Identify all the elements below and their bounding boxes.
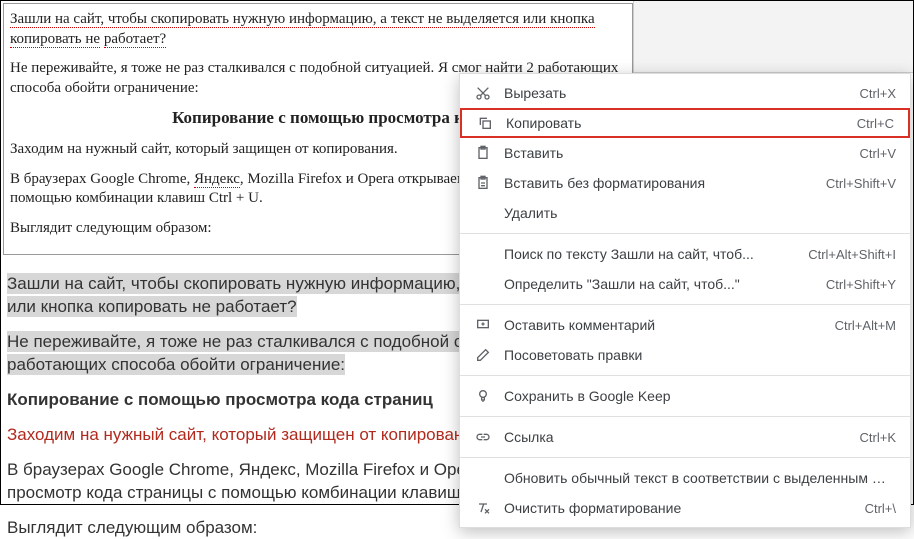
menu-item-cut[interactable]: Вырезать Ctrl+X: [460, 78, 910, 108]
menu-label: Сохранить в Google Keep: [494, 388, 896, 404]
menu-item-update-normal[interactable]: Обновить обычный текст в соответствии с …: [460, 463, 910, 493]
menu-separator: [460, 457, 910, 458]
menu-item-define[interactable]: Определить "Зашли на сайт, чтоб..." Ctrl…: [460, 269, 910, 299]
menu-label: Поиск по тексту Зашли на сайт, чтоб...: [494, 246, 808, 262]
menu-separator: [460, 304, 910, 305]
comment-icon: [472, 317, 494, 333]
menu-item-suggest[interactable]: Посоветовать правки: [460, 340, 910, 370]
cut-icon: [472, 85, 494, 101]
copy-icon: [474, 115, 496, 131]
menu-item-comment[interactable]: Оставить комментарий Ctrl+Alt+M: [460, 310, 910, 340]
selected-text: Зашли на сайт, чтобы скопировать нужную …: [7, 273, 460, 294]
menu-label: Удалить: [494, 205, 896, 221]
menu-shortcut: Ctrl+Shift+V: [826, 176, 896, 191]
menu-separator: [460, 416, 910, 417]
menu-label: Вставить: [494, 145, 860, 161]
menu-label: Определить "Зашли на сайт, чтоб...": [494, 276, 826, 292]
keep-icon: [472, 388, 494, 404]
spell-underline: работает?: [104, 31, 166, 48]
menu-separator: [460, 375, 910, 376]
menu-item-search[interactable]: Поиск по тексту Зашли на сайт, чтоб... C…: [460, 239, 910, 269]
menu-label: Ссылка: [494, 429, 860, 445]
menu-item-delete[interactable]: Удалить: [460, 198, 910, 228]
menu-item-paste[interactable]: Вставить Ctrl+V: [460, 138, 910, 168]
menu-shortcut: Ctrl+C: [857, 116, 894, 131]
menu-shortcut: Ctrl+K: [860, 430, 896, 445]
suggest-icon: [472, 347, 494, 363]
spell-underline: Яндекс: [194, 171, 240, 188]
menu-label: Копировать: [496, 115, 857, 131]
menu-shortcut: Ctrl+\: [865, 501, 896, 516]
menu-item-link[interactable]: Ссылка Ctrl+K: [460, 422, 910, 452]
menu-shortcut: Ctrl+X: [860, 86, 896, 101]
selected-text: Не переживайте, я тоже не раз сталкивалс…: [7, 331, 507, 352]
menu-label: Посоветовать правки: [494, 347, 896, 363]
menu-shortcut: Ctrl+Alt+Shift+I: [808, 247, 896, 262]
menu-separator: [460, 233, 910, 234]
menu-item-keep[interactable]: Сохранить в Google Keep: [460, 381, 910, 411]
menu-label: Вырезать: [494, 85, 860, 101]
menu-label: Обновить обычный текст в соответствии с …: [494, 470, 896, 486]
menu-item-copy[interactable]: Копировать Ctrl+C: [460, 108, 910, 138]
menu-item-paste-plain[interactable]: Вставить без форматирования Ctrl+Shift+V: [460, 168, 910, 198]
link-icon: [472, 429, 494, 445]
menu-shortcut: Ctrl+Alt+M: [835, 318, 896, 333]
right-sidebar-placeholder: [633, 1, 913, 73]
menu-label: Очистить форматирование: [494, 500, 865, 516]
context-menu: Вырезать Ctrl+X Копировать Ctrl+C Встави…: [459, 73, 911, 528]
selected-text: или кнопка копировать не работает?: [7, 296, 297, 317]
menu-label: Вставить без форматирования: [494, 175, 826, 191]
clear-format-icon: [472, 500, 494, 516]
menu-label: Оставить комментарий: [494, 317, 835, 333]
paste-plain-icon: [472, 175, 494, 191]
menu-shortcut: Ctrl+V: [860, 146, 896, 161]
menu-shortcut: Ctrl+Shift+Y: [826, 277, 896, 292]
selected-text: работающих способа обойти ограничение:: [7, 354, 345, 375]
spell-underline: Зашли на сайт, чтобы скопировать нужную …: [10, 11, 595, 48]
paragraph: Зашли на сайт, чтобы скопировать нужную …: [10, 10, 626, 49]
menu-item-clear-format[interactable]: Очистить форматирование Ctrl+\: [460, 493, 910, 523]
paste-icon: [472, 145, 494, 161]
